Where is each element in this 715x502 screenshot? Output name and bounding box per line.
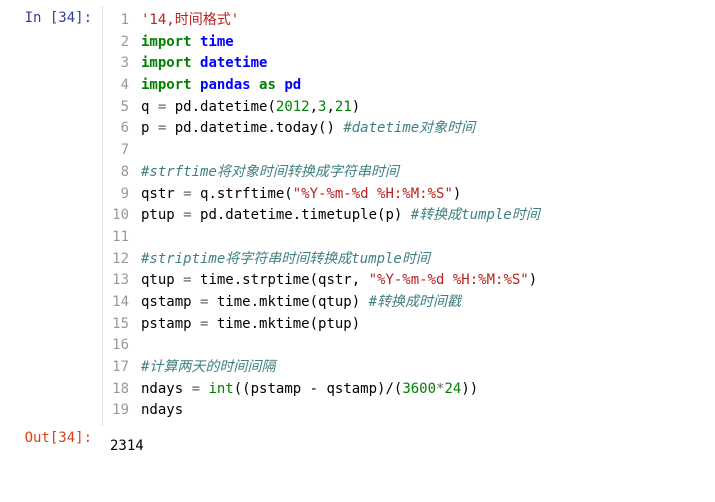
- code-number: 3600: [402, 381, 436, 397]
- code-number: 24: [444, 381, 461, 397]
- code-module: pandas: [200, 77, 251, 93]
- code-comment: #strftime将对象时间转换成字符串时间: [141, 164, 399, 180]
- code-op: =: [149, 99, 174, 115]
- code-var: ndays: [141, 402, 183, 418]
- code-call: pd.datetime(: [175, 99, 276, 115]
- code-comment: #datetime对象时间: [343, 120, 475, 136]
- code-op: =: [149, 120, 174, 136]
- code-comment: #striptime将字符串时间转换成tumple时间: [141, 251, 430, 267]
- code-comment: #转换成时间戳: [369, 294, 461, 310]
- code-number: 21: [335, 99, 352, 115]
- code-string: "%Y-%m-%d %H:%M:%S": [293, 186, 453, 202]
- input-cell: In [34]: 12345678910111213141516171819 '…: [10, 6, 705, 426]
- code-call: time.mktime(ptup): [217, 316, 360, 332]
- code-var: ptup: [141, 207, 175, 223]
- output-value: 2314: [102, 426, 144, 454]
- code-var: qstamp: [141, 294, 192, 310]
- code-editor[interactable]: '14,时间格式' import time import datetime im…: [135, 6, 705, 426]
- code-string: "%Y-%m-%d %H:%M:%S": [369, 272, 529, 288]
- code-builtin: int: [208, 381, 233, 397]
- code-string: '14,时间格式': [141, 12, 239, 28]
- code-op: =: [175, 207, 200, 223]
- code-keyword: import: [141, 34, 192, 50]
- input-prompt: In [34]:: [10, 6, 102, 426]
- code-alias: pd: [284, 77, 301, 93]
- line-number-gutter: 12345678910111213141516171819: [103, 6, 135, 426]
- code-keyword: import: [141, 77, 192, 93]
- output-prompt: Out[34]:: [10, 426, 102, 454]
- code-op: =: [192, 316, 217, 332]
- code-op: =: [192, 294, 217, 310]
- code-keyword: as: [259, 77, 276, 93]
- code-var: qtup: [141, 272, 175, 288]
- code-module: time: [200, 34, 234, 50]
- code-var: qstr: [141, 186, 175, 202]
- code-module: datetime: [200, 55, 267, 71]
- code-call: pd.datetime.today(): [175, 120, 344, 136]
- code-op: =: [175, 186, 200, 202]
- code-area[interactable]: 12345678910111213141516171819 '14,时间格式' …: [102, 6, 705, 426]
- code-call: time.strptime(qstr,: [200, 272, 369, 288]
- code-var: ndays: [141, 381, 183, 397]
- code-comment: #计算两天的时间间隔: [141, 359, 275, 375]
- output-cell: Out[34]: 2314: [10, 426, 705, 454]
- code-call: pd.datetime.timetuple(p): [200, 207, 411, 223]
- code-keyword: import: [141, 55, 192, 71]
- code-op: =: [183, 381, 208, 397]
- code-op: =: [175, 272, 200, 288]
- code-comment: #转换成tumple时间: [411, 207, 540, 223]
- code-var: pstamp: [141, 316, 192, 332]
- code-call: q.strftime(: [200, 186, 293, 202]
- code-number: 2012: [276, 99, 310, 115]
- code-call: time.mktime(qtup): [217, 294, 369, 310]
